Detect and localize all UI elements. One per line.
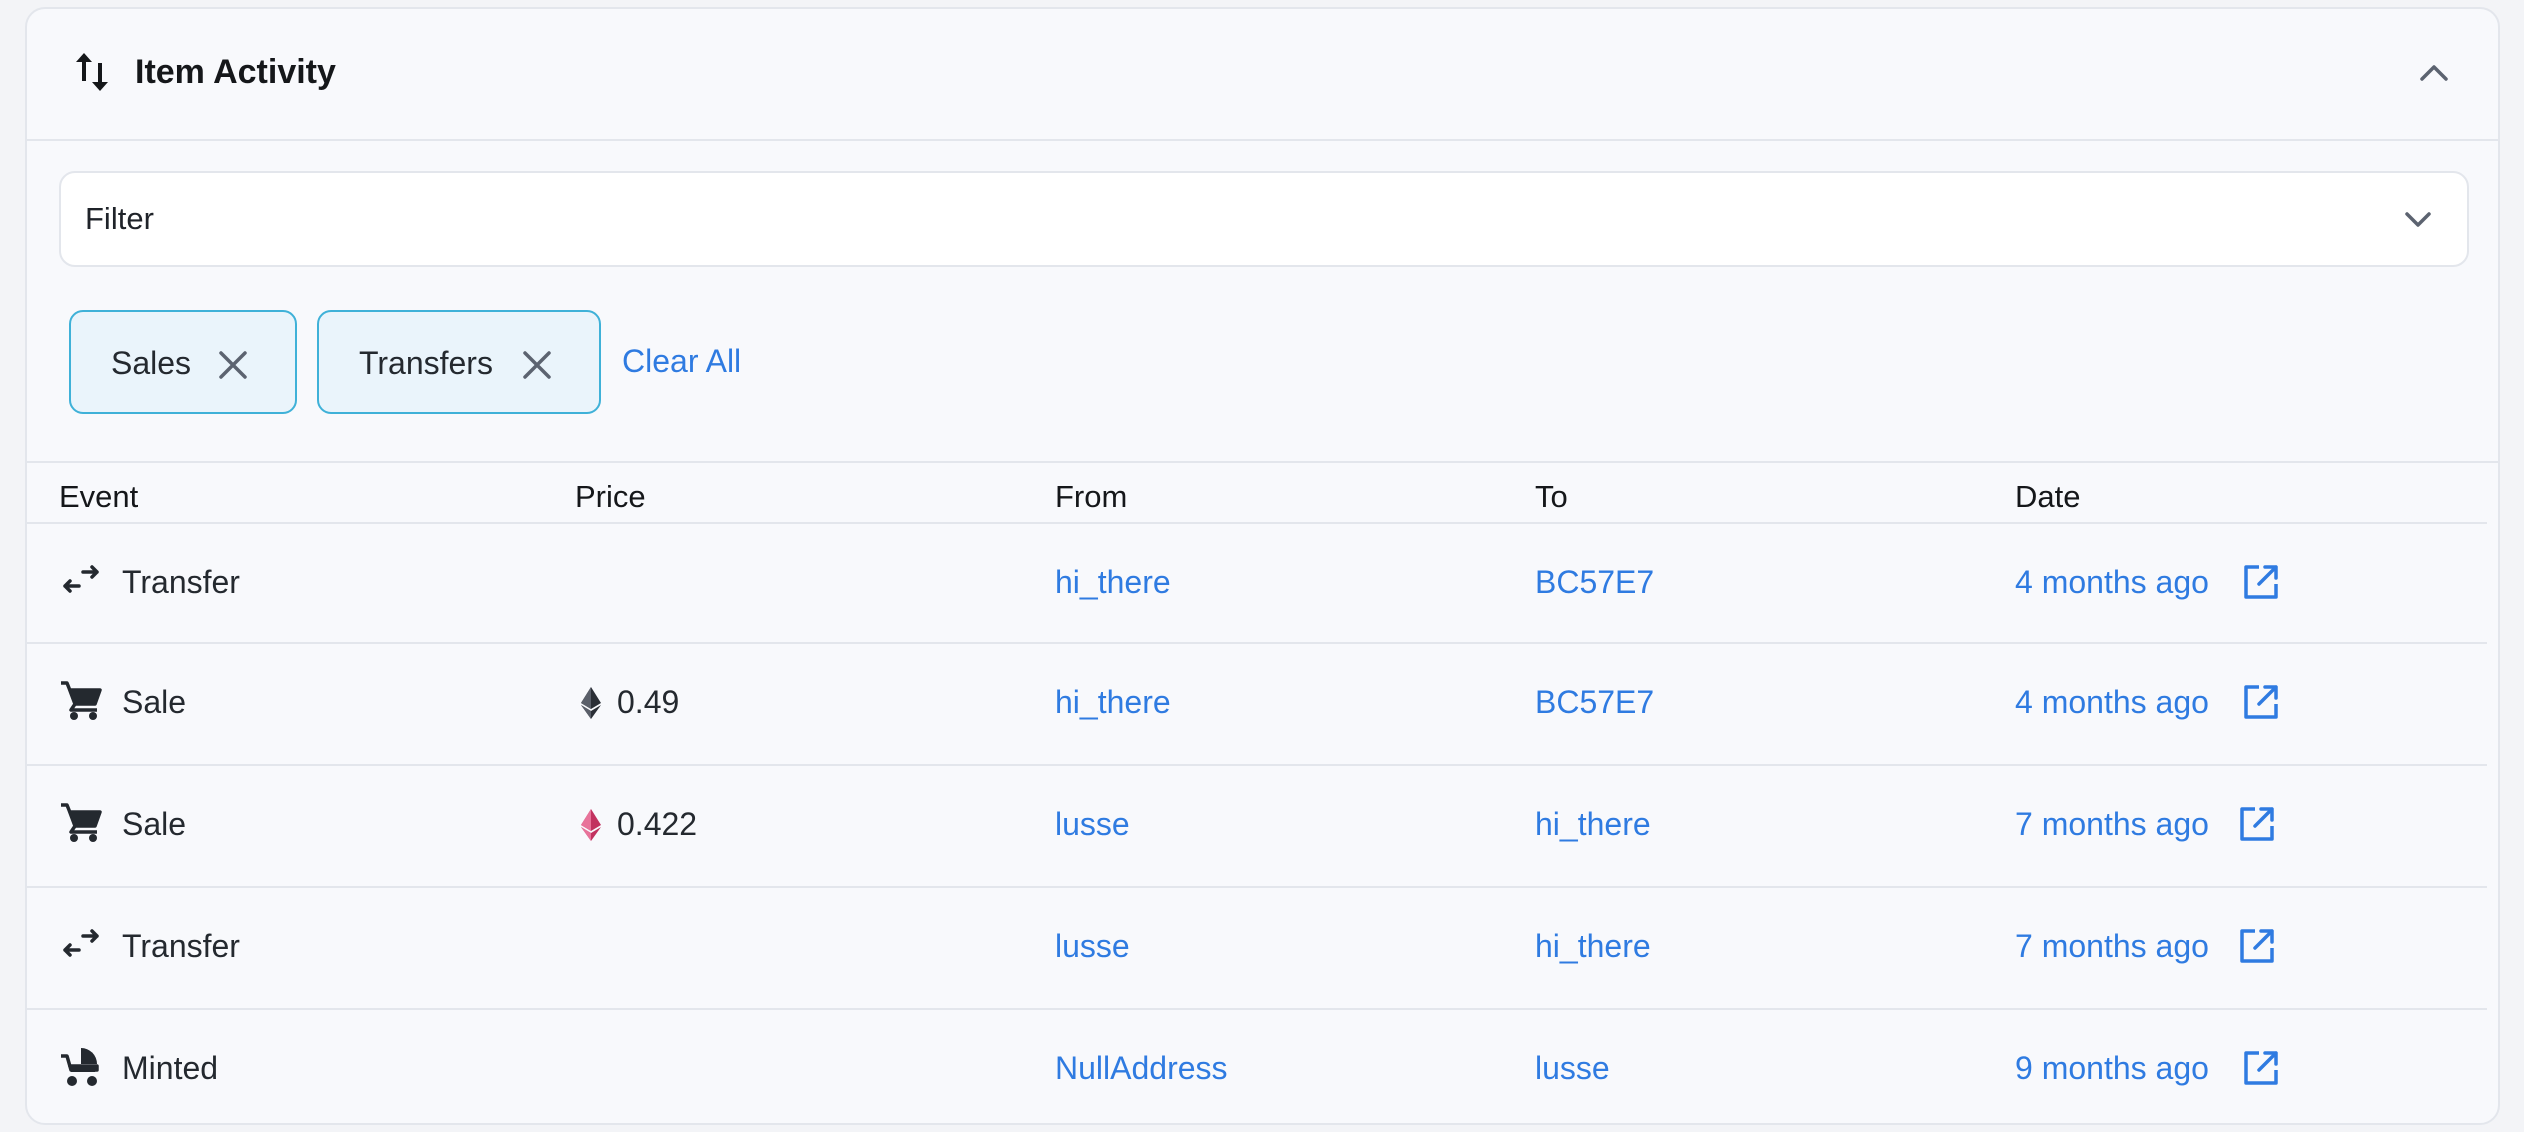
price-value: 0.49 <box>617 684 680 720</box>
price-value: 0.422 <box>617 806 698 842</box>
table-row: Transfer lusse hi_there 7 months ago <box>27 886 2487 1008</box>
filter-label: Filter <box>85 201 154 236</box>
column-header-from: From <box>1055 479 1128 514</box>
to-link[interactable]: hi_there <box>1535 928 1651 965</box>
close-icon[interactable] <box>217 349 249 381</box>
column-header-date: Date <box>2015 479 2081 514</box>
external-link-icon[interactable] <box>2237 804 2277 844</box>
date-link[interactable]: 7 months ago <box>2015 806 2209 843</box>
external-link-icon[interactable] <box>2241 682 2281 722</box>
external-link-icon[interactable] <box>2241 1048 2281 1088</box>
eth-icon <box>581 687 601 719</box>
event-label: Sale <box>122 684 187 720</box>
external-link-icon[interactable] <box>2237 926 2277 966</box>
date-link[interactable]: 9 months ago <box>2015 1050 2209 1087</box>
cart-icon <box>61 681 102 720</box>
chip-label: Transfers <box>359 345 493 381</box>
to-link[interactable]: hi_there <box>1535 806 1651 843</box>
filter-chip-transfers[interactable]: Transfers <box>317 310 601 414</box>
clear-all-link[interactable]: Clear All <box>622 343 741 380</box>
table-row: Minted NullAddress lusse 9 months ago <box>27 1008 2487 1123</box>
transfer-icon <box>63 929 99 957</box>
date-link[interactable]: 4 months ago <box>2015 564 2209 601</box>
chevron-down-icon <box>2405 212 2431 227</box>
close-icon[interactable] <box>521 349 553 381</box>
cart-icon <box>61 803 102 842</box>
external-link-icon[interactable] <box>2241 562 2281 602</box>
item-activity-panel: Item Activity Filter Sales Transfers Cle… <box>25 7 2500 1125</box>
panel-title: Item Activity <box>135 53 336 91</box>
from-link[interactable]: lusse <box>1055 928 1130 965</box>
arrows-up-down-icon <box>76 53 108 91</box>
table-row: Sale 0.49 hi_there BC57E7 4 months ago <box>27 642 2487 764</box>
table-row: Transfer hi_there BC57E7 4 months ago <box>27 522 2487 644</box>
event-label: Sale <box>122 806 187 842</box>
date-link[interactable]: 7 months ago <box>2015 928 2209 965</box>
from-link[interactable]: lusse <box>1055 806 1130 843</box>
event-label: Transfer <box>122 564 240 600</box>
event-label: Minted <box>122 1050 219 1086</box>
from-link[interactable]: hi_there <box>1055 684 1171 721</box>
chevron-up-icon[interactable] <box>2418 61 2450 83</box>
filter-chip-sales[interactable]: Sales <box>69 310 297 414</box>
divider <box>27 461 2498 463</box>
transfer-icon <box>63 565 99 593</box>
from-link[interactable]: NullAddress <box>1055 1050 1228 1087</box>
column-header-event: Event <box>59 479 139 514</box>
column-header-price: Price <box>575 479 646 514</box>
to-link[interactable]: BC57E7 <box>1535 684 1654 721</box>
filter-dropdown[interactable]: Filter <box>59 171 2469 267</box>
chip-label: Sales <box>111 345 192 381</box>
from-link[interactable]: hi_there <box>1055 564 1171 601</box>
event-label: Transfer <box>122 928 240 964</box>
to-link[interactable]: lusse <box>1535 1050 1610 1087</box>
panel-header[interactable]: Item Activity <box>27 9 2498 141</box>
date-link[interactable]: 4 months ago <box>2015 684 2209 721</box>
table-row: Sale 0.422 lusse hi_there 7 months ago <box>27 764 2487 886</box>
column-header-to: To <box>1535 479 1568 514</box>
to-link[interactable]: BC57E7 <box>1535 564 1654 601</box>
weth-icon <box>581 809 601 841</box>
stroller-icon <box>61 1048 99 1086</box>
